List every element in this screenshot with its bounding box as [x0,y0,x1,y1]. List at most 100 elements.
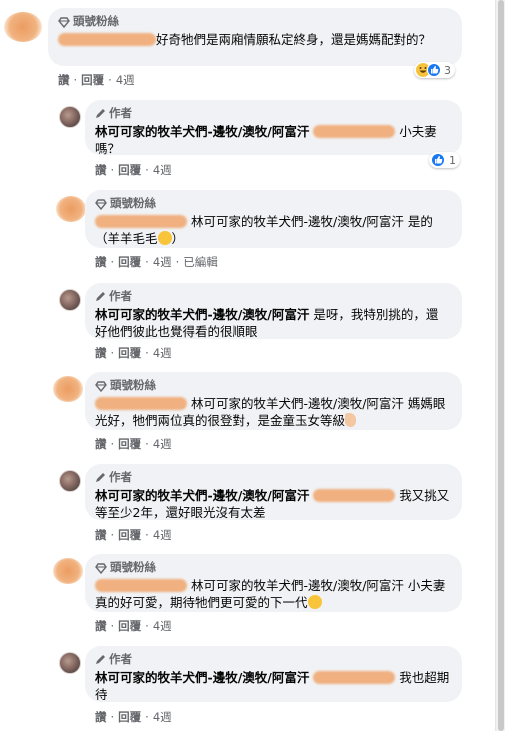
redacted-name[interactable] [313,671,396,684]
comment-bubble: 作者 林可可家的牧羊犬們-邊牧/澳牧/阿富汗 是呀，我特別挑的，還好他們彼此也覺… [85,283,462,339]
reply-link[interactable]: 回覆 [81,72,104,88]
kiss-emoji-icon [307,595,322,609]
redacted-name[interactable] [313,489,396,502]
comment-actions: 讚 · 回覆 · 4週 [95,436,172,452]
redacted-name[interactable] [95,215,187,228]
page-name-link[interactable]: 林可可家的牧羊犬們-邊牧/澳牧/阿富汗 [95,124,309,139]
badge-label: 作者 [109,470,132,484]
like-link[interactable]: 讚 [58,72,70,88]
page-name-link[interactable]: 林可可家的牧羊犬們-邊牧/澳牧/阿富汗 [95,488,309,503]
timestamp-link[interactable]: 4週 [153,618,172,634]
badge-label: 作者 [109,289,132,303]
like-link[interactable]: 讚 [95,618,107,634]
reply-link[interactable]: 回覆 [118,254,141,270]
comment-bubble: 作者 林可可家的牧羊犬們-邊牧/澳牧/阿富汗 我也超期待 [85,646,462,702]
comment-text: 林可可家的牧羊犬們-邊牧/澳牧/阿富汗 媽媽眼光好，牠們兩位真的很登對，是金童玉… [95,396,446,428]
comment-bubble: 頭號粉絲 好奇牠們是兩廂情願私定終身，還是媽媽配對的？ [48,8,462,66]
pencil-icon [96,109,105,118]
badge-label: 作者 [109,652,132,666]
comment-bubble: 作者 林可可家的牧羊犬們-邊牧/澳牧/阿富汗 小夫妻嗎？ [85,100,462,156]
vertical-scrollbar[interactable] [495,0,505,731]
reply-link[interactable]: 回覆 [118,436,141,452]
comment-bubble: 頭號粉絲 林可可家的牧羊犬們-邊牧/澳牧/阿富汗 是的（羊羊毛毛） [85,190,462,248]
comment-text: 好奇牠們是兩廂情願私定終身，還是媽媽配對的？ [58,31,450,48]
diamond-icon [95,198,107,210]
comment-bubble: 頭號粉絲 林可可家的牧羊犬們-邊牧/澳牧/阿富汗 媽媽眼光好，牠們兩位真的很登對… [85,372,462,430]
redacted-name[interactable] [313,125,396,138]
author-badge[interactable]: 作者 [95,289,450,304]
badge-label: 頭號粉絲 [73,14,119,28]
badge-label: 頭號粉絲 [110,196,156,210]
comment-actions: 讚 · 回覆 · 4週 [95,618,172,634]
comment-actions: 讚 · 回覆 · 4週 [58,72,135,88]
author-badge[interactable]: 作者 [95,106,450,121]
reply-link[interactable]: 回覆 [118,709,141,725]
comment-text: 林可可家的牧羊犬們-邊牧/澳牧/阿富汗 是的（羊羊毛毛） [95,214,433,246]
comment-text: 林可可家的牧羊犬們-邊牧/澳牧/阿富汗 我又挑又等至少2年，還好眼光沒有太差 [95,488,450,520]
commenter-avatar[interactable] [53,376,83,402]
top-fan-badge[interactable]: 頭號粉絲 [95,560,450,575]
commenter-avatar[interactable] [4,12,42,42]
badge-label: 頭號粉絲 [110,560,156,574]
pencil-icon [96,292,105,301]
reply-link[interactable]: 回覆 [118,345,141,361]
grin-emoji-icon [157,231,172,245]
diamond-icon [58,16,70,28]
commenter-avatar[interactable] [53,558,83,584]
reaction-count: 1 [449,153,456,167]
timestamp-link[interactable]: 4週 [153,162,172,178]
edited-label[interactable]: 已編輯 [183,254,218,270]
timestamp-link[interactable]: 4週 [153,436,172,452]
redacted-name[interactable] [95,397,187,410]
like-link[interactable]: 讚 [95,162,107,178]
reply-link[interactable]: 回覆 [118,527,141,543]
redacted-name[interactable] [95,579,187,592]
top-fan-badge[interactable]: 頭號粉絲 [58,14,450,29]
top-fan-badge[interactable]: 頭號粉絲 [95,196,450,211]
author-avatar[interactable] [59,470,81,492]
author-badge[interactable]: 作者 [95,652,450,667]
reaction-summary[interactable]: 1 [429,152,460,168]
like-link[interactable]: 讚 [95,527,107,543]
page-name-link[interactable]: 林可可家的牧羊犬們-邊牧/澳牧/阿富汗 [191,214,404,229]
badge-label: 作者 [109,106,132,120]
scrollbar-thumb[interactable] [498,0,504,731]
like-link[interactable]: 讚 [95,345,107,361]
like-link[interactable]: 讚 [95,709,107,725]
diamond-icon [95,562,107,574]
comment-bubble: 作者 林可可家的牧羊犬們-邊牧/澳牧/阿富汗 我又挑又等至少2年，還好眼光沒有太… [85,464,462,520]
like-link[interactable]: 讚 [95,254,107,270]
badge-label: 頭號粉絲 [110,378,156,392]
diamond-icon [95,380,107,392]
comment-text: 林可可家的牧羊犬們-邊牧/澳牧/阿富汗 小夫妻嗎？ [95,124,437,156]
page-name-link[interactable]: 林可可家的牧羊犬們-邊牧/澳牧/阿富汗 [95,670,309,685]
page-name-link[interactable]: 林可可家的牧羊犬們-邊牧/澳牧/阿富汗 [191,578,404,593]
timestamp-link[interactable]: 4週 [116,72,135,88]
like-reaction-icon [431,153,445,167]
timestamp-link[interactable]: 4週 [153,709,172,725]
comment-actions: 讚 · 回覆 · 4週 [95,527,172,543]
pencil-icon [96,473,105,482]
like-link[interactable]: 讚 [95,436,107,452]
timestamp-link[interactable]: 4週 [153,527,172,543]
pencil-icon [96,655,105,664]
reply-link[interactable]: 回覆 [118,618,141,634]
timestamp-link[interactable]: 4週 [153,345,172,361]
reaction-summary[interactable]: 3 [414,62,455,78]
redacted-name[interactable] [58,33,156,46]
comment-bubble: 頭號粉絲 林可可家的牧羊犬們-邊牧/澳牧/阿富汗 小夫妻真的好可愛，期待牠們更可… [85,554,462,612]
comment-text: 林可可家的牧羊犬們-邊牧/澳牧/阿富汗 小夫妻真的好可愛，期待牠們更可愛的下一代 [95,578,446,610]
reply-link[interactable]: 回覆 [118,162,141,178]
author-avatar[interactable] [59,652,81,674]
comment-text: 林可可家的牧羊犬們-邊牧/澳牧/阿富汗 我也超期待 [95,670,450,702]
comment-actions: 讚 · 回覆 · 4週 · 已編輯 [95,254,218,270]
page-name-link[interactable]: 林可可家的牧羊犬們-邊牧/澳牧/阿富汗 [95,307,309,322]
author-badge[interactable]: 作者 [95,470,450,485]
author-avatar[interactable] [59,289,81,311]
commenter-avatar[interactable] [56,196,86,222]
top-fan-badge[interactable]: 頭號粉絲 [95,378,450,393]
comment-text: 林可可家的牧羊犬們-邊牧/澳牧/阿富汗 是呀，我特別挑的，還好他們彼此也覺得看的… [95,307,439,339]
author-avatar[interactable] [59,106,81,128]
timestamp-link[interactable]: 4週 [153,254,172,270]
page-name-link[interactable]: 林可可家的牧羊犬們-邊牧/澳牧/阿富汗 [191,396,404,411]
